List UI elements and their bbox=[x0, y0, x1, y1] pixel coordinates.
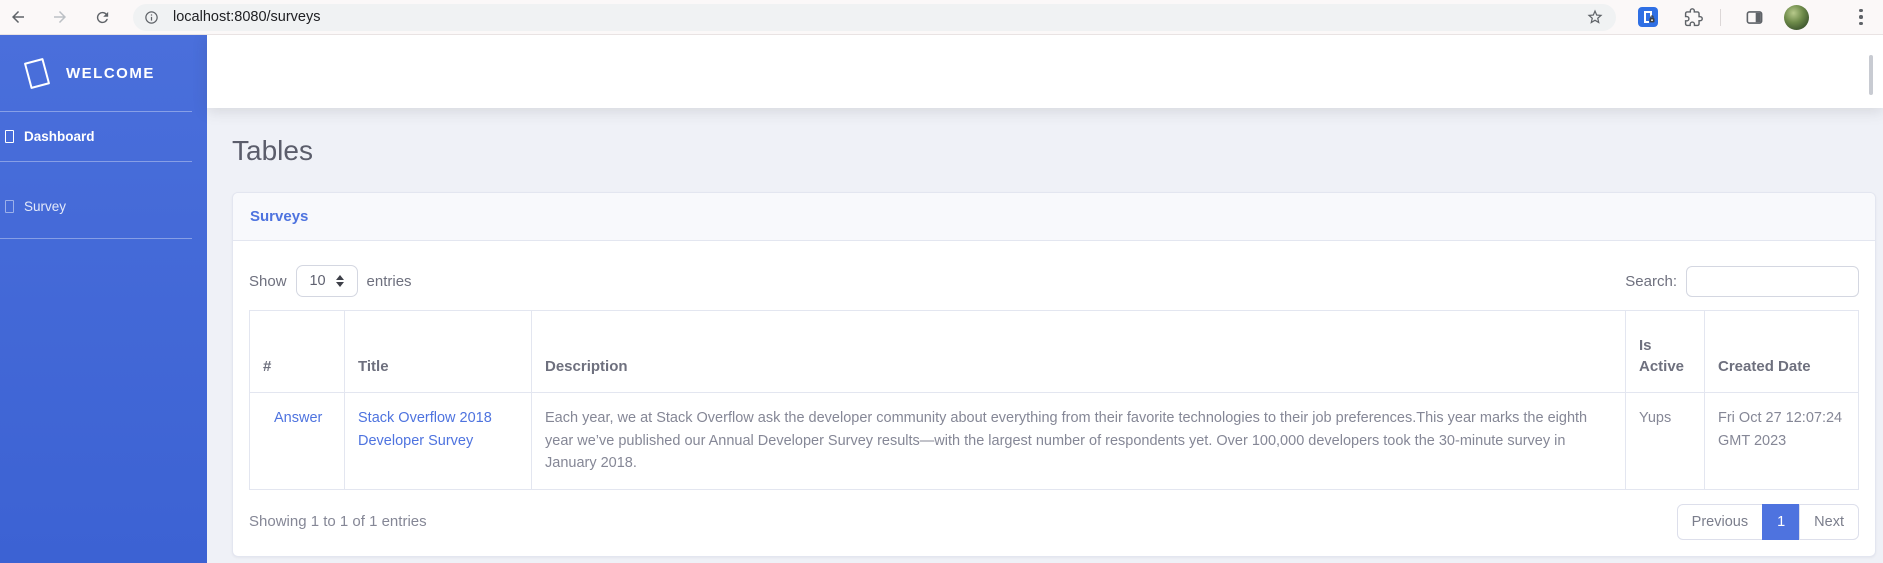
cell-title: Stack Overflow 2018 Developer Survey bbox=[345, 393, 532, 490]
cell-description: Each year, we at Stack Overflow ask the … bbox=[532, 393, 1626, 490]
search-input[interactable] bbox=[1686, 266, 1859, 297]
table-header-row: # Title Description Is Active Created Da… bbox=[250, 311, 1859, 393]
cell-action: Answer bbox=[250, 393, 345, 490]
page-title: Tables bbox=[232, 136, 1883, 166]
dashboard-icon bbox=[5, 130, 14, 143]
content: Tables Surveys Show 10 bbox=[207, 136, 1883, 557]
card-header: Surveys bbox=[233, 193, 1875, 241]
brand-label: WELCOME bbox=[66, 65, 155, 82]
card-body: Show 10 entries Search: bbox=[233, 241, 1875, 556]
toolbar-actions bbox=[1616, 5, 1863, 30]
sidebar-divider bbox=[0, 238, 192, 239]
page-1-button[interactable]: 1 bbox=[1762, 504, 1800, 540]
sidebar-brand[interactable]: WELCOME bbox=[0, 35, 207, 111]
sidebar-item-dashboard[interactable]: Dashboard bbox=[0, 112, 207, 161]
page-length-value: 10 bbox=[309, 273, 325, 289]
column-header-title: Title bbox=[345, 311, 532, 393]
url-bar[interactable]: localhost:8080/surveys bbox=[133, 4, 1616, 31]
main-area: Tables Surveys Show 10 bbox=[207, 35, 1883, 563]
table-controls: Show 10 entries Search: bbox=[249, 265, 1859, 297]
browser-toolbar: localhost:8080/surveys bbox=[0, 0, 1883, 35]
cell-is-active: Yups bbox=[1626, 393, 1705, 490]
survey-icon bbox=[5, 200, 14, 213]
url-text[interactable]: localhost:8080/surveys bbox=[173, 9, 1586, 25]
forward-icon[interactable] bbox=[47, 4, 73, 30]
column-header-description: Description bbox=[532, 311, 1626, 393]
sidebar-item-survey[interactable]: Survey bbox=[0, 162, 207, 238]
sidebar: WELCOME Dashboard Survey bbox=[0, 35, 207, 563]
browser-menu-icon[interactable] bbox=[1859, 9, 1863, 26]
search-label: Search: bbox=[1625, 273, 1677, 290]
reload-icon[interactable] bbox=[89, 4, 115, 30]
page-length-control: Show 10 entries bbox=[249, 265, 412, 297]
page-info-icon[interactable] bbox=[144, 10, 159, 25]
column-header-created-date: Created Date bbox=[1705, 311, 1859, 393]
column-header-number: # bbox=[250, 311, 345, 393]
survey-title-link[interactable]: Stack Overflow 2018 Developer Survey bbox=[358, 410, 492, 449]
topbar bbox=[207, 35, 1883, 108]
sidebar-item-label: Survey bbox=[24, 199, 66, 214]
previous-page-button[interactable]: Previous bbox=[1677, 504, 1763, 540]
side-panel-icon[interactable] bbox=[1745, 8, 1764, 27]
table-footer: Showing 1 to 1 of 1 entries Previous 1 N… bbox=[249, 504, 1859, 540]
surveys-card: Surveys Show 10 entries bbox=[232, 192, 1876, 557]
password-manager-icon[interactable] bbox=[1638, 7, 1658, 27]
profile-avatar[interactable] bbox=[1784, 5, 1809, 30]
pagination: Previous 1 Next bbox=[1677, 504, 1859, 540]
scrollbar-thumb[interactable] bbox=[1869, 55, 1873, 95]
search-control: Search: bbox=[1625, 266, 1859, 297]
next-page-button[interactable]: Next bbox=[1799, 504, 1859, 540]
toolbar-divider bbox=[1720, 9, 1721, 26]
brand-glyph-icon bbox=[24, 57, 50, 88]
answer-link[interactable]: Answer bbox=[274, 410, 322, 426]
page-length-select[interactable]: 10 bbox=[296, 265, 358, 297]
table-row: Answer Stack Overflow 2018 Developer Sur… bbox=[250, 393, 1859, 490]
select-arrows-icon bbox=[336, 275, 344, 287]
cell-created-date: Fri Oct 27 12:07:24 GMT 2023 bbox=[1705, 393, 1859, 490]
entries-info: Showing 1 to 1 of 1 entries bbox=[249, 513, 427, 530]
back-icon[interactable] bbox=[5, 4, 31, 30]
bookmark-star-icon[interactable] bbox=[1586, 8, 1604, 26]
sidebar-item-label: Dashboard bbox=[24, 129, 95, 144]
extensions-icon[interactable] bbox=[1684, 8, 1703, 27]
entries-label: entries bbox=[367, 273, 412, 290]
surveys-table: # Title Description Is Active Created Da… bbox=[249, 310, 1859, 490]
column-header-is-active: Is Active bbox=[1626, 311, 1705, 393]
show-label: Show bbox=[249, 273, 287, 290]
